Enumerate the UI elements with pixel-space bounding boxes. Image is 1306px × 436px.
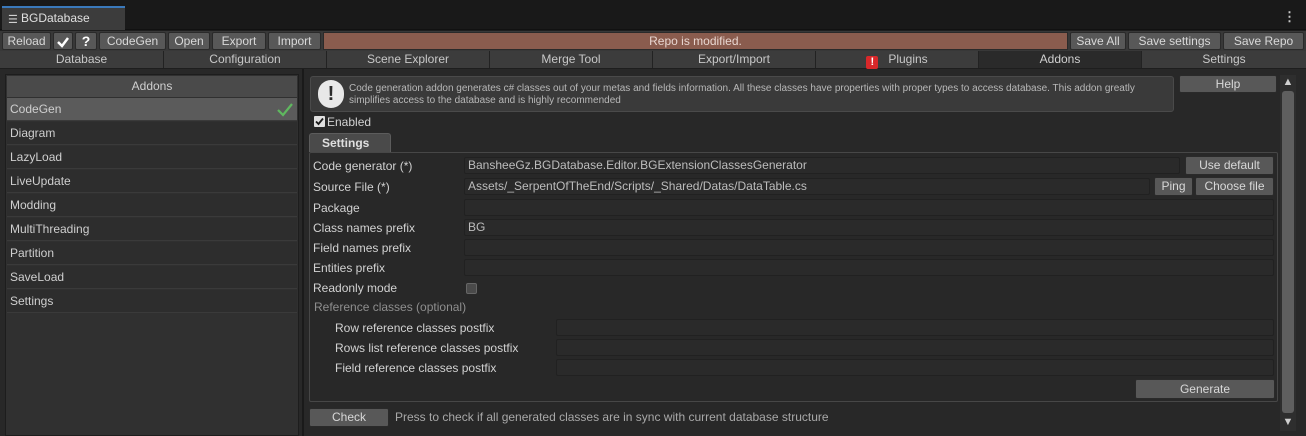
code-generator-label: Code generator (*) [313,159,413,173]
sidebar-item-liveupdate[interactable]: LiveUpdate [7,170,297,193]
enabled-checkbox[interactable] [314,116,325,127]
export-button[interactable]: Export [212,32,266,50]
splitter[interactable] [302,69,304,436]
check-hint: Press to check if all generated classes … [395,410,829,424]
package-field[interactable] [464,199,1274,216]
open-button[interactable]: Open [168,32,210,50]
window-tab[interactable]: ☰ BGDatabase [2,6,125,30]
sidebar-item-saveload[interactable]: SaveLoad [7,266,297,289]
import-button[interactable]: Import [268,32,321,50]
tab-scene-explorer[interactable]: Scene Explorer [327,51,490,68]
vertical-dots-icon[interactable]: ⋮ [1283,10,1296,24]
scroll-down-arrow-icon[interactable]: ▼ [1280,415,1296,430]
use-default-button[interactable]: Use default [1185,156,1274,175]
save-all-button[interactable]: Save All [1070,32,1126,50]
entities-prefix-field[interactable] [464,259,1274,276]
check-button[interactable] [53,32,73,50]
field-prefix-field[interactable] [464,239,1274,256]
row-reference-label: Row reference classes postfix [335,321,495,335]
sidebar-item-codegen[interactable]: CodeGen [7,98,297,121]
reference-header: Reference classes (optional) [314,300,467,314]
source-file-label: Source File (*) [313,180,390,194]
readonly-label: Readonly mode [313,281,398,295]
sidebar-item-settings[interactable]: Settings [7,290,297,313]
field-prefix-label: Field names prefix [313,241,412,255]
sidebar-item-label: CodeGen [10,102,62,116]
code-generator-field[interactable]: BansheeGz.BGDatabase.Editor.BGExtensionC… [464,157,1180,174]
field-reference-field[interactable] [556,359,1274,376]
save-settings-button[interactable]: Save settings [1128,32,1221,50]
info-text: Code generation addon generates c# class… [349,83,1135,106]
rows-list-reference-label: Rows list reference classes postfix [335,341,519,355]
save-repo-button[interactable]: Save Repo [1223,32,1304,50]
status-bar: Repo is modified. [323,32,1068,50]
settings-tab[interactable]: Settings [309,133,391,152]
help-button[interactable]: ? [75,32,97,50]
checkmark-icon [315,117,324,126]
tab-plugins-label: Plugins [888,52,928,66]
field-reference-label: Field reference classes postfix [335,361,497,375]
entities-prefix-label: Entities prefix [313,261,386,275]
codegen-button[interactable]: CodeGen [99,32,166,50]
tab-export-import[interactable]: Export/Import [653,51,816,68]
package-label: Package [313,201,360,215]
check-sync-button[interactable]: Check [309,408,389,427]
readonly-checkbox[interactable] [466,283,477,294]
info-box: ! Code generation addon generates c# cla… [310,76,1174,112]
sidebar-item-lazyload[interactable]: LazyLoad [7,146,297,169]
checkmark-icon [277,103,293,117]
enabled-label: Enabled [327,115,372,129]
sidebar-item-modding[interactable]: Modding [7,194,297,217]
info-exclamation-icon: ! [318,80,344,108]
reload-button[interactable]: Reload [2,32,51,50]
source-file-field[interactable]: Assets/_SerpentOfTheEnd/Scripts/_Shared/… [464,178,1150,195]
tab-merge-tool[interactable]: Merge Tool [490,51,653,68]
ping-button[interactable]: Ping [1154,177,1193,196]
tab-addons[interactable]: Addons [979,51,1142,68]
tab-settings[interactable]: Settings [1142,51,1306,68]
window-title: BGDatabase [21,11,90,25]
hamburger-icon[interactable]: ☰ [8,13,18,26]
tab-configuration[interactable]: Configuration [164,51,327,68]
help-button-addon[interactable]: Help [1179,75,1277,93]
choose-file-button[interactable]: Choose file [1195,177,1274,196]
checkmark-icon [57,37,69,48]
scrollbar[interactable]: ▲ ▼ [1280,75,1296,431]
rows-list-reference-field[interactable] [556,339,1274,356]
tab-database[interactable]: Database [0,51,164,68]
question-icon: ? [81,33,91,49]
window-tab-bar [0,6,1306,30]
sidebar-item-partition[interactable]: Partition [7,242,297,265]
generate-button[interactable]: Generate [1135,379,1275,399]
exclamation-icon: ! [866,56,879,69]
class-prefix-label: Class names prefix [313,221,416,235]
class-prefix-field[interactable]: BG [464,219,1274,236]
scrollbar-thumb[interactable] [1282,91,1294,413]
sidebar-item-diagram[interactable]: Diagram [7,122,297,145]
row-reference-field[interactable] [556,319,1274,336]
tab-plugins[interactable]: ! Plugins [816,51,979,69]
sidebar-header: Addons [7,76,297,97]
sidebar-item-multithreading[interactable]: MultiThreading [7,218,297,241]
scroll-up-arrow-icon[interactable]: ▲ [1280,75,1296,90]
